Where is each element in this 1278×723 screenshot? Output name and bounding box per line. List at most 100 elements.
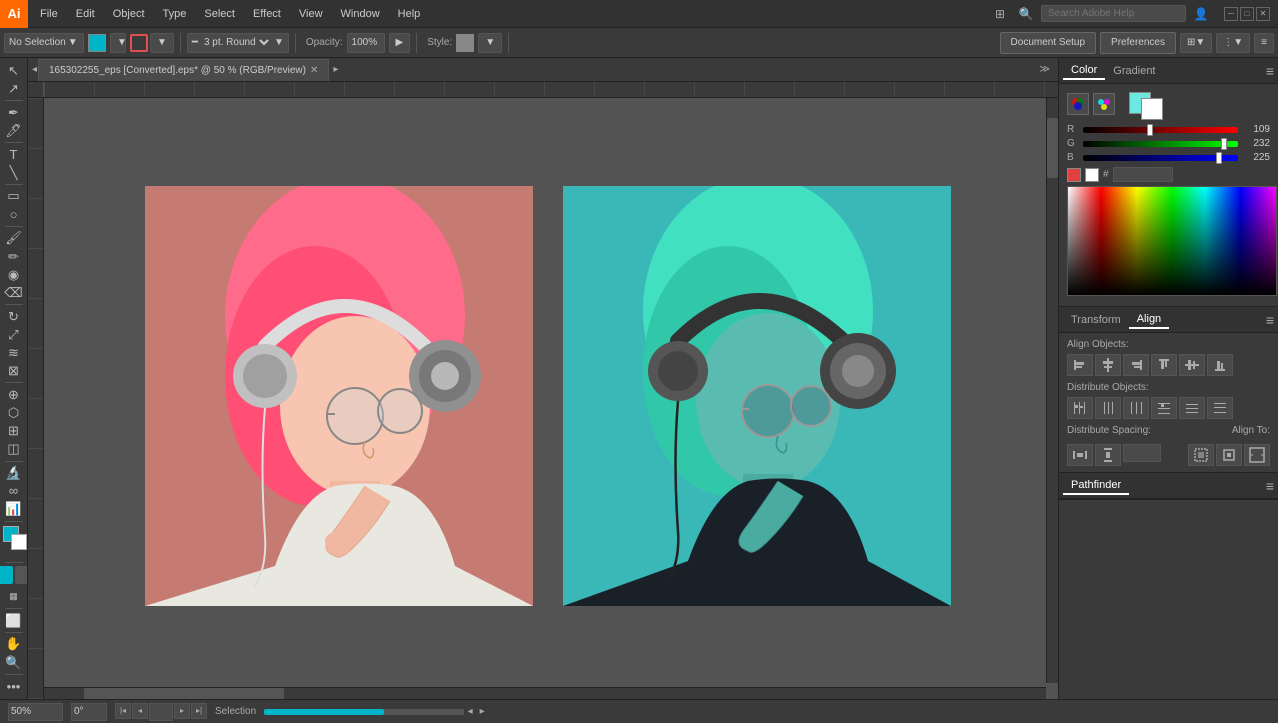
scrollbar-vertical[interactable] [1046,98,1058,683]
r-thumb[interactable] [1147,124,1153,136]
fill-mode-icon[interactable] [0,566,13,584]
color-white-swatch[interactable] [1085,168,1099,182]
mesh-tool[interactable]: ⊞ [3,422,25,439]
menu-effect[interactable]: Effect [245,6,289,22]
rgb-mode-icon[interactable] [1067,93,1089,115]
scrollbar-horizontal[interactable] [44,687,1046,699]
menu-edit[interactable]: Edit [68,6,103,22]
align-to-key-object[interactable] [1216,444,1242,466]
dist-right-button[interactable] [1123,397,1149,419]
none-mode-icon[interactable]: ⊘ [0,587,3,605]
blend-tool[interactable]: ∞ [3,482,25,499]
b-thumb[interactable] [1216,152,1222,164]
prev-page-button[interactable]: ◂ [132,703,148,719]
hex-input[interactable]: 6de8e1 [1113,167,1173,182]
stroke-weight-select[interactable]: 3 pt. Round [200,36,272,49]
gradient-tool[interactable]: ◫ [3,440,25,457]
bg-swatch[interactable] [1141,98,1163,120]
shape-builder-tool[interactable]: ⊕ [3,386,25,403]
pathfinder-label[interactable]: Pathfinder [1063,477,1129,495]
tab-close-button[interactable]: ✕ [310,65,318,76]
dist-center-h-button[interactable] [1095,397,1121,419]
workspace-icon[interactable]: ⊞ [989,3,1011,25]
tab-scroll-right[interactable]: ▸ [333,64,339,75]
curvature-tool[interactable]: 🖊 [3,122,25,139]
angle-input[interactable] [71,703,107,721]
warp-tool[interactable]: ≋ [3,344,25,361]
canvas[interactable] [28,82,1058,699]
perspective-tool[interactable]: ⬡ [3,404,25,421]
align-to-artboard[interactable] [1244,444,1270,466]
dist-bottom-button[interactable] [1207,397,1233,419]
align-left-button[interactable] [1067,354,1093,376]
align-panel-menu[interactable]: ≡ [1266,312,1274,328]
menu-window[interactable]: Window [333,6,388,22]
dist-left-button[interactable] [1067,397,1093,419]
color-spectrum[interactable] [1067,186,1277,296]
search-input[interactable] [1041,5,1186,22]
search-icon[interactable]: 🔍 [1015,3,1037,25]
spacing-input[interactable]: 0 px [1123,444,1161,462]
rectangle-tool[interactable]: ▭ [3,188,25,205]
last-page-button[interactable]: ▸| [191,703,207,719]
page-input[interactable]: 1 [149,703,173,721]
align-toolbar[interactable]: ⊞▼ [1180,33,1212,53]
first-page-button[interactable]: |◂ [115,703,131,719]
scroll-thumb-v[interactable] [1047,118,1058,178]
pathfinder-menu[interactable]: ≡ [1266,478,1274,494]
color-panel-menu[interactable]: ≡ [1266,63,1274,79]
cmyk-mode-icon[interactable] [1093,93,1115,115]
line-tool[interactable]: ╲ [3,164,25,181]
menu-select[interactable]: Select [196,6,243,22]
eyedropper-tool[interactable]: 🔬 [3,464,25,481]
dist-top-button[interactable] [1151,397,1177,419]
menu-view[interactable]: View [291,6,331,22]
blob-brush-tool[interactable]: ◉ [3,266,25,283]
align-top-button[interactable] [1151,354,1177,376]
tab-options[interactable]: ≫ [1036,64,1054,75]
more-toolbar[interactable]: ≡ [1254,33,1274,53]
direct-selection-tool[interactable]: ↗ [3,80,25,97]
g-thumb[interactable] [1221,138,1227,150]
stroke-mode-icon[interactable] [15,566,29,584]
ellipse-tool[interactable]: ○ [3,206,25,223]
style-dropdown[interactable]: ▼ [478,33,502,53]
free-transform-tool[interactable]: ⊠ [3,362,25,379]
color-reset-icon[interactable] [1067,168,1081,182]
eraser-tool[interactable]: ⌫ [3,284,25,301]
maximize-button[interactable]: □ [1240,7,1254,21]
selection-tool[interactable]: ↖ [3,62,25,79]
align-bottom-button[interactable] [1207,354,1233,376]
align-to-selection[interactable] [1188,444,1214,466]
rotate-tool[interactable]: ↻ [3,308,25,325]
align-right-button[interactable] [1123,354,1149,376]
stroke-dropdown[interactable]: ▼ [150,33,174,53]
more-tools[interactable]: ••• [3,678,25,695]
zoom-input[interactable] [8,703,63,721]
type-tool[interactable]: T [3,146,25,163]
next-page-button[interactable]: ▸ [174,703,190,719]
preferences-button[interactable]: Preferences [1100,32,1176,54]
pen-tool[interactable]: ✒ [3,104,25,121]
opacity-options[interactable]: ▶ [389,33,411,53]
spacing-h-button[interactable] [1067,444,1093,466]
minimize-button[interactable]: ─ [1224,7,1238,21]
style-swatch[interactable] [456,34,474,52]
b-slider[interactable] [1083,155,1238,161]
gradient-mode-icon[interactable]: ▦ [5,587,23,605]
tab-transform[interactable]: Transform [1063,312,1129,328]
menu-file[interactable]: File [32,6,66,22]
zoom-tool[interactable]: 🔍 [3,654,25,671]
background-color[interactable] [11,534,27,550]
paintbrush-tool[interactable]: 🖌 [3,230,25,247]
fill-color-swatch[interactable] [88,34,106,52]
tab-gradient[interactable]: Gradient [1105,63,1163,79]
scroll-left-arrow[interactable]: ◂ [464,706,476,718]
scroll-thumb-h[interactable] [84,688,284,699]
fill-dropdown[interactable]: ▼ [110,33,126,53]
close-button[interactable]: ✕ [1256,7,1270,21]
align-center-h-button[interactable] [1095,354,1121,376]
stroke-icon[interactable] [130,34,148,52]
spacing-v-button[interactable] [1095,444,1121,466]
pencil-tool[interactable]: ✏ [3,248,25,265]
